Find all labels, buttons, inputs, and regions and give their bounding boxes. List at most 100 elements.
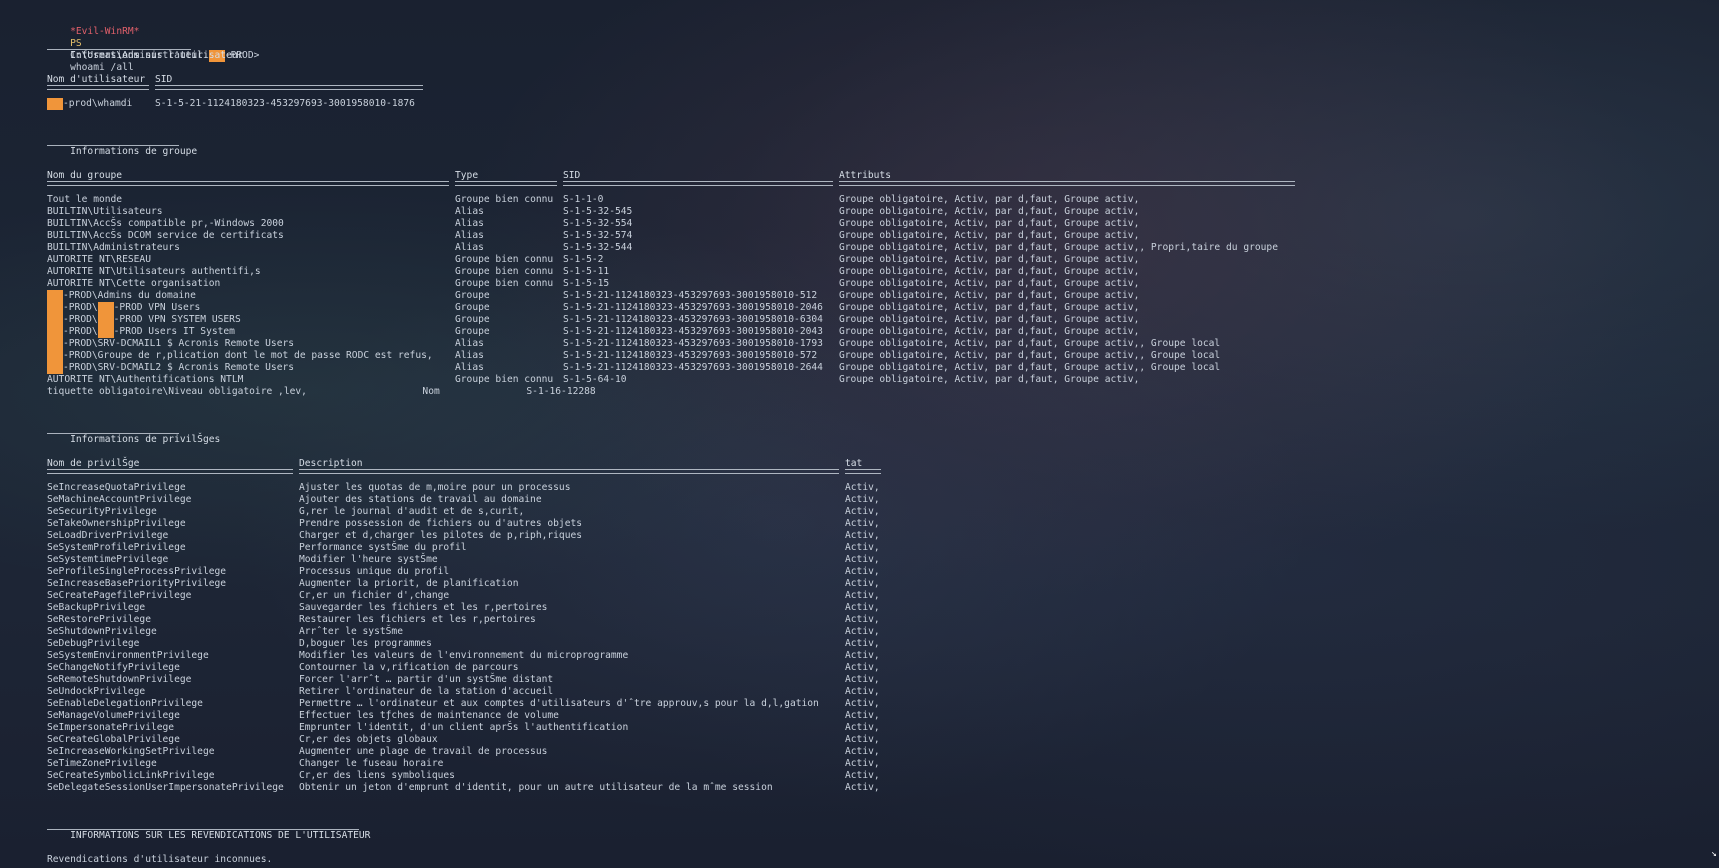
table-row: -PROD\ -PROD VPN Users Groupe S-1-5-21-1124… — [47, 302, 1709, 314]
privilege-name: SeIncreaseBasePriorityPrivilege — [47, 578, 227, 589]
privilege-name: SeBackupPrivilege — [47, 602, 146, 613]
group-sid: S-1-5-32-545 — [563, 206, 633, 217]
group-attributes: Groupe obligatoire, Activ, par d,faut, G… — [839, 254, 1140, 265]
redaction-block — [47, 338, 63, 350]
privilege-name: SeEnableDelegationPrivilege — [47, 698, 203, 709]
group-attributes: Groupe obligatoire, Activ, par d,faut, G… — [839, 218, 1140, 229]
table-row: AUTORITE NT\Authentifications NTLM Groupe… — [47, 374, 1709, 386]
group-type: Groupe bien connu — [455, 266, 554, 277]
privilege-state: Activ, — [845, 566, 880, 577]
claims-section-title: INFORMATIONS SUR LES REVENDICATIONS DE L… — [47, 818, 1709, 841]
privilege-description: Augmenter une plage de travail de proces… — [299, 746, 548, 757]
user-row: -prod\whamdi S-1-5-21-1124180323-4532976… — [47, 98, 1709, 110]
table-row: SeIncreaseWorkingSetPrivilege Augmenter u… — [47, 746, 1709, 758]
privilege-state: Activ, — [845, 542, 880, 553]
header-separator — [155, 85, 423, 90]
group-type: Alias — [455, 362, 484, 373]
group-name-text: -PROD\Admins du domaine — [63, 290, 196, 301]
privilege-name: SeCreateSymbolicLinkPrivilege — [47, 770, 215, 781]
group-name-text: AUTORITE NT\Authentifications NTLM — [47, 374, 244, 385]
group-type: Alias — [455, 218, 484, 229]
privilege-name: SeUndockPrivilege — [47, 686, 146, 697]
group-sid: S-1-5-21-1124180323-453297693-3001958010… — [563, 350, 818, 361]
table-row: SeTakeOwnershipPrivilege Prendre possessi… — [47, 518, 1709, 530]
group-attributes: Groupe obligatoire, Activ, par d,faut, G… — [839, 242, 1278, 253]
group-sid: S-1-5-64-10 — [563, 374, 627, 385]
table-row: BUILTIN\AccŠs compatible pr,-Windows 200… — [47, 218, 1709, 230]
privilege-name: SeProfileSingleProcessPrivilege — [47, 566, 227, 577]
group-name: -PROD\Groupe de r,plication dont le mot … — [47, 350, 433, 362]
group-attributes: Groupe obligatoire, Activ, par d,faut, G… — [839, 302, 1140, 313]
title-underline — [47, 49, 191, 50]
privilege-name: SeCreatePagefilePrivilege — [47, 590, 192, 601]
group-attributes: Groupe obligatoire, Activ, par d,faut, G… — [839, 206, 1140, 217]
table-row: SeSecurityPrivilege G,rer le journal d'au… — [47, 506, 1709, 518]
group-name: -PROD\ -PROD Users IT System — [47, 326, 235, 338]
group-type: Alias — [455, 242, 484, 253]
redaction-block — [47, 314, 63, 326]
table-row: SeProfileSingleProcessPrivilege Processus… — [47, 566, 1709, 578]
table-row: SeBackupPrivilege Sauvegarder les fichier… — [47, 602, 1709, 614]
prompt-line[interactable]: *Evil-WinRM* PS C:\Users\Administrateur.… — [47, 14, 1709, 73]
group-type: Groupe — [455, 302, 490, 313]
terminal-output: *Evil-WinRM* PS C:\Users\Administrateur.… — [47, 14, 1709, 868]
privilege-name: SeRemoteShutdownPrivilege — [47, 674, 192, 685]
privilege-description: Prendre possession de fichiers ou d'autr… — [299, 518, 583, 529]
group-attributes: Groupe obligatoire, Activ, par d,faut, G… — [839, 290, 1140, 301]
command-text: whoami /all — [70, 62, 134, 73]
table-row: SeManageVolumePrivilege Effectuer les tƒc… — [47, 710, 1709, 722]
privilege-name: SeIncreaseQuotaPrivilege — [47, 482, 186, 493]
claims-message: Revendications d'utilisateur inconnues. — [47, 854, 273, 865]
group-type: Groupe bien connu — [455, 194, 554, 205]
group-name-text: BUILTIN\Utilisateurs — [47, 206, 163, 217]
group-name: BUILTIN\AccŠs compatible pr,-Windows 200… — [47, 218, 284, 230]
group-sid: S-1-5-21-1124180323-453297693-3001958010… — [563, 302, 823, 313]
group-sid: S-1-5-11 — [563, 266, 610, 277]
privilege-state: Activ, — [845, 494, 880, 505]
header-separator — [563, 181, 833, 186]
group-sid: S-1-5-21-1124180323-453297693-3001958010… — [563, 326, 823, 337]
privilege-name: SeMachineAccountPrivilege — [47, 494, 192, 505]
group-name: -PROD\ -PROD VPN SYSTEM USERS — [47, 314, 241, 326]
group-attributes: Groupe obligatoire, Activ, par d,faut, G… — [839, 362, 1221, 373]
privilege-state: Activ, — [845, 590, 880, 601]
privilege-description: Cr,er un fichier d',change — [299, 590, 450, 601]
privilege-description: Ajouter des stations de travail au domai… — [299, 494, 542, 505]
privilege-name: SeCreateGlobalPrivilege — [47, 734, 180, 745]
table-row: BUILTIN\Utilisateurs Alias S-1-5-32-545 Gro… — [47, 206, 1709, 218]
privilege-description: Obtenir un jeton d'emprunt d'identit, po… — [299, 782, 773, 793]
group-name: BUILTIN\Utilisateurs — [47, 206, 163, 218]
group-type: Groupe bien connu — [455, 278, 554, 289]
privilege-description: D,boguer les programmes — [299, 638, 432, 649]
privilege-name: SeTimeZonePrivilege — [47, 758, 157, 769]
privilege-state: Activ, — [845, 650, 880, 661]
group-sid: S-1-5-32-544 — [563, 242, 633, 253]
privilege-name: SeLoadDriverPrivilege — [47, 530, 169, 541]
header-separator — [299, 469, 839, 474]
group-type: Groupe bien connu — [455, 254, 554, 265]
privilege-state: Activ, — [845, 530, 880, 541]
group-name-text: -PROD VPN SYSTEM USERS — [113, 314, 241, 325]
group-attributes: Groupe obligatoire, Activ, par d,faut, G… — [839, 326, 1140, 337]
table-row: Tout le monde Groupe bien connu S-1-1-0 Gro… — [47, 194, 1709, 206]
privilege-state: Activ, — [845, 482, 880, 493]
table-row: -PROD\Admins du domaine Groupe S-1-5-21-11… — [47, 290, 1709, 302]
group-attributes: Groupe obligatoire, Activ, par d,faut, G… — [839, 278, 1140, 289]
group-name-text: -PROD\ — [63, 302, 98, 313]
group-section-title: Informations de groupe — [47, 134, 1709, 157]
privilege-description: Restaurer les fichiers et les r,pertoire… — [299, 614, 536, 625]
privilege-description: Changer le fuseau horaire — [299, 758, 444, 769]
table-row: SeIncreaseQuotaPrivilege Ajuster les quot… — [47, 482, 1709, 494]
privilege-description: Modifier les valeurs de l'environnement … — [299, 650, 629, 661]
group-attributes: Groupe obligatoire, Activ, par d,faut, G… — [839, 266, 1140, 277]
priv-table-header: Nom de privilŠge Description tat — [47, 458, 1709, 474]
table-row: AUTORITE NT\Utilisateurs authentifi,s Gro… — [47, 266, 1709, 278]
section-title: INFORMATIONS SUR LES REVENDICATIONS DE L… — [70, 830, 371, 841]
table-row: SeRemoteShutdownPrivilege Forcer l'arrˆt … — [47, 674, 1709, 686]
privilege-state: Activ, — [845, 782, 880, 793]
privilege-state: Activ, — [845, 746, 880, 757]
group-name-text: Tout le monde — [47, 194, 123, 205]
group-attributes: Groupe obligatoire, Activ, par d,faut, G… — [839, 230, 1140, 241]
redaction-block — [47, 362, 63, 374]
group-name-text: BUILTIN\AccŠs compatible pr,-Windows 200… — [47, 218, 284, 229]
